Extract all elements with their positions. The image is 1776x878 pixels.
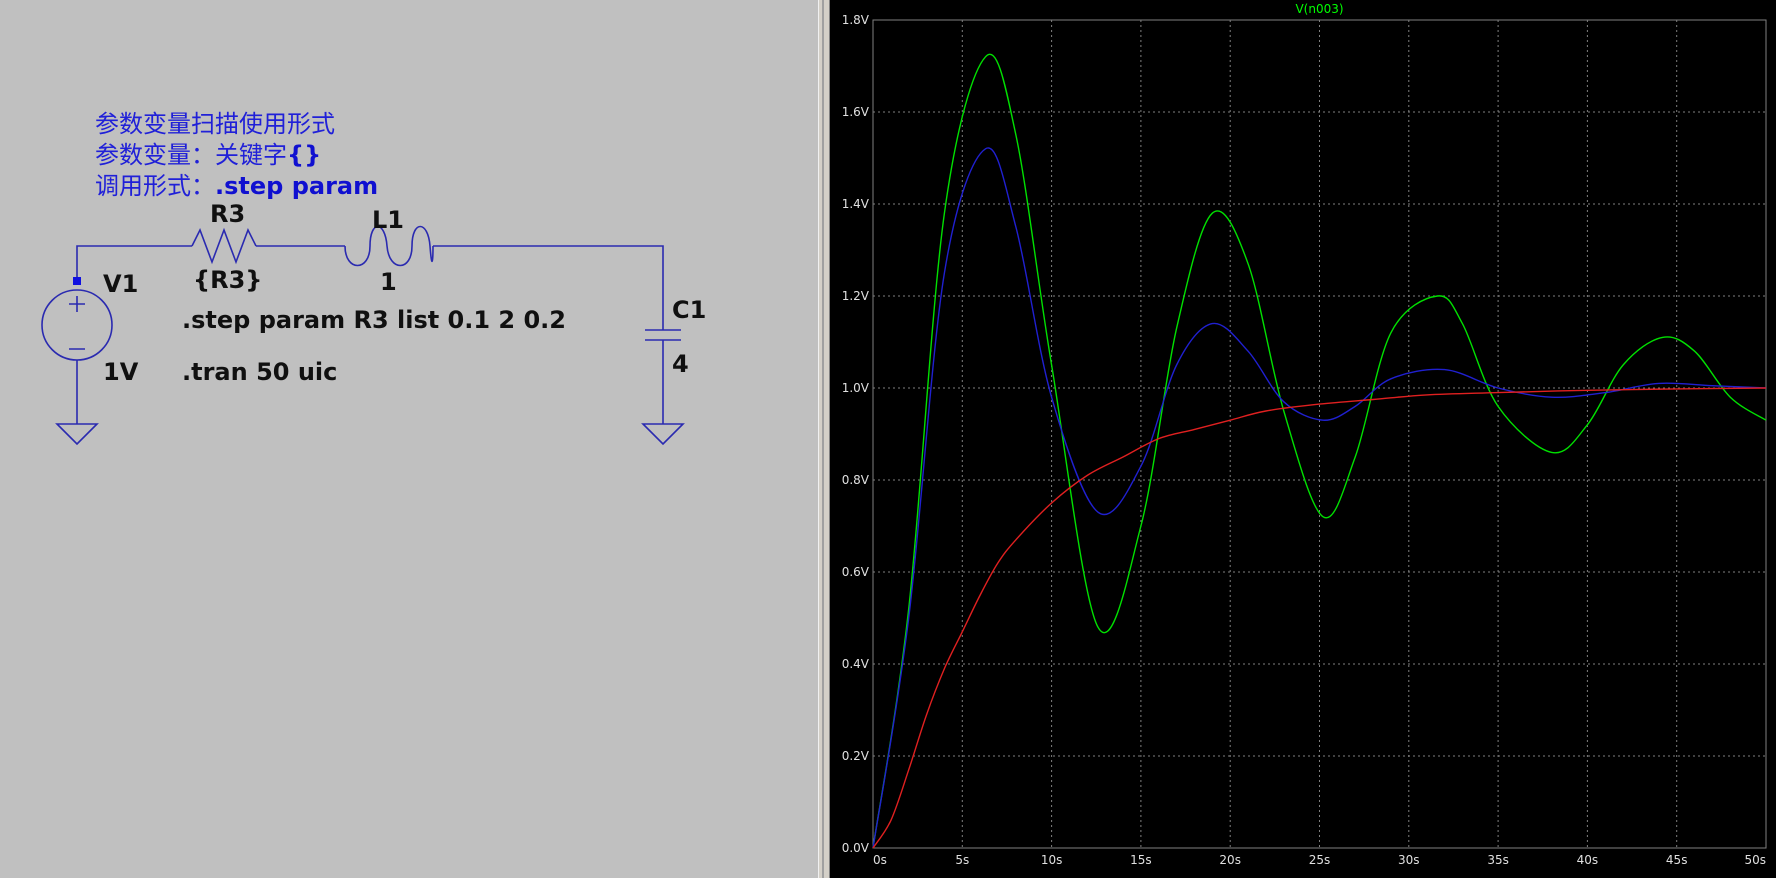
schematic-editor[interactable]: 参数变量扫描使用形式 参数变量：关键字{} 调用形式：.step param R… <box>0 0 818 878</box>
y-tick-label: 1.8V <box>842 13 870 27</box>
note-param-label: 参数变量：关键字 <box>95 141 287 169</box>
x-tick-label: 15s <box>1130 853 1152 867</box>
y-tick-label: 1.6V <box>842 105 870 119</box>
x-tick-label: 45s <box>1666 853 1688 867</box>
note-call-label: 调用形式： <box>95 172 215 200</box>
pane-splitter[interactable] <box>818 0 830 878</box>
c1-value-label[interactable]: 4 <box>672 350 689 378</box>
capacitor-c1-symbol <box>645 329 681 341</box>
v1-name-label[interactable]: V1 <box>103 270 138 298</box>
x-tick-label: 25s <box>1309 853 1331 867</box>
x-tick-label: 35s <box>1487 853 1509 867</box>
x-tick-label: 10s <box>1041 853 1063 867</box>
splitter-grip <box>822 0 824 878</box>
x-tick-label: 40s <box>1577 853 1599 867</box>
note-line-1: 参数变量扫描使用形式 <box>95 109 335 139</box>
x-tick-label: 50s <box>1744 853 1766 867</box>
y-tick-label: 0.8V <box>842 473 870 487</box>
y-tick-label: 0.6V <box>842 565 870 579</box>
resistor-r3-symbol <box>191 227 257 265</box>
step-directive[interactable]: .step param R3 list 0.1 2 0.2 <box>182 306 566 334</box>
tran-directive[interactable]: .tran 50 uic <box>182 358 337 386</box>
ground-symbol-right <box>641 423 685 446</box>
y-tick-label: 0.4V <box>842 657 870 671</box>
trace-label[interactable]: V(n003) <box>1295 2 1343 16</box>
v1-value-label[interactable]: 1V <box>103 358 138 386</box>
waveform-plot[interactable]: 0.0V 0.2V 0.4V 0.6V 0.8V 1.0V 1.2V 1.4V 1.6V 1.8V… <box>830 0 1776 878</box>
y-tick-label: 0.0V <box>842 841 870 855</box>
l1-name-label[interactable]: L1 <box>372 206 404 234</box>
r3-name-label[interactable]: R3 <box>210 200 245 228</box>
l1-value-label[interactable]: 1 <box>380 268 397 296</box>
x-tick-label: 20s <box>1219 853 1241 867</box>
ground-symbol-left <box>55 423 99 446</box>
y-tick-label: 1.2V <box>842 289 870 303</box>
y-tick-label: 1.0V <box>842 381 870 395</box>
note-line-2: 参数变量：关键字{} <box>95 140 321 170</box>
x-tick-label: 30s <box>1398 853 1420 867</box>
x-tick-label: 0s <box>873 853 887 867</box>
waveform-viewer[interactable]: 0.0V 0.2V 0.4V 0.6V 0.8V 1.0V 1.2V 1.4V 1.6V 1.8V… <box>830 0 1776 878</box>
trace-series-2[interactable] <box>872 147 1767 849</box>
note-call-keyword: .step param <box>215 172 379 200</box>
note-line-3: 调用形式：.step param <box>95 171 378 201</box>
r3-value-label[interactable]: {R3} <box>193 266 262 294</box>
plot-frame <box>872 19 1767 849</box>
note-title: 参数变量扫描使用形式 <box>95 110 335 138</box>
c1-name-label[interactable]: C1 <box>672 296 706 324</box>
x-tick-label: 5s <box>955 853 969 867</box>
note-param-keyword: {} <box>287 141 322 169</box>
v1-node-marker <box>73 277 81 285</box>
y-tick-label: 1.4V <box>842 197 870 211</box>
y-tick-label: 0.2V <box>842 749 870 763</box>
